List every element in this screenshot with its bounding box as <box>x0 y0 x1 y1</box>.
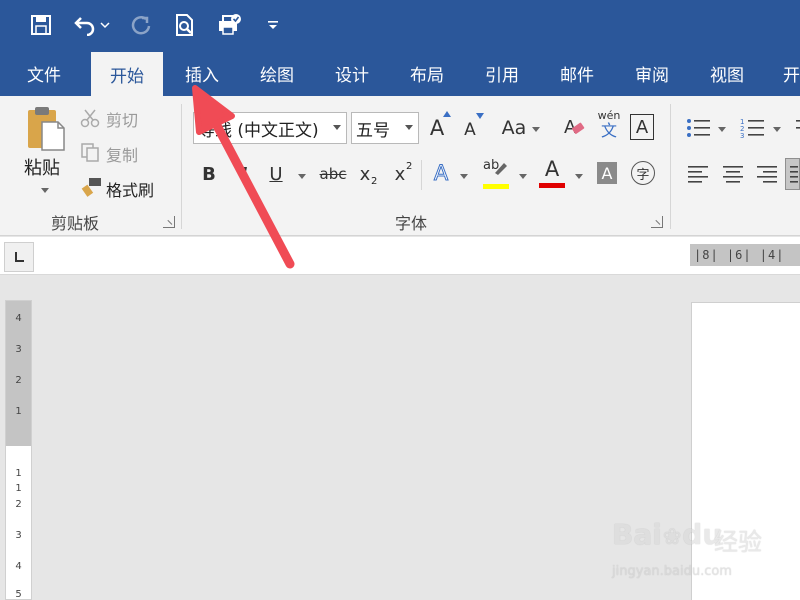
tab-references[interactable]: 引用 <box>470 50 534 96</box>
copy-button[interactable]: 复制 <box>106 142 138 166</box>
justify-icon[interactable] <box>785 158 800 190</box>
highlight-button[interactable]: ab <box>482 158 510 184</box>
horizontal-ruler[interactable]: |8| |6| |4| <box>690 244 800 266</box>
save-icon[interactable] <box>26 10 56 40</box>
font-color-swatch <box>539 183 565 188</box>
row-divider <box>421 160 422 190</box>
multilevel-list-icon[interactable] <box>793 117 800 139</box>
font-size-combo[interactable]: 五号 <box>351 112 419 144</box>
subscript-marker: 2 <box>371 176 378 187</box>
font-group-label: 字体 <box>395 214 428 233</box>
align-left-icon[interactable] <box>688 164 710 184</box>
tab-file[interactable]: 文件 <box>12 50 76 96</box>
watermark-brand: Bai❀du <box>612 518 723 551</box>
text-effects-dropdown-icon[interactable] <box>460 174 468 179</box>
tab-draw[interactable]: 绘图 <box>245 50 309 96</box>
tab-insert[interactable]: 插入 <box>170 50 234 96</box>
change-case-button[interactable]: Aa <box>500 114 528 142</box>
grow-font-button[interactable]: A <box>425 114 449 142</box>
watermark-jingyan: 经验 <box>714 528 762 556</box>
text-effects-button[interactable]: A <box>430 159 452 187</box>
strikethrough-button[interactable]: abc <box>318 160 348 188</box>
tab-design[interactable]: 设计 <box>320 50 384 96</box>
clear-formatting-icon[interactable]: A <box>563 114 587 140</box>
bullets-dropdown-icon[interactable] <box>718 127 726 132</box>
shrink-font-button[interactable]: A <box>460 118 480 142</box>
vertical-ruler-mark: 1 <box>15 406 22 417</box>
quick-access-toolbar <box>0 0 800 50</box>
vertical-ruler-mark: 2 <box>15 375 22 386</box>
underline-dropdown-icon[interactable] <box>298 174 306 179</box>
enclose-characters-button[interactable]: 字 <box>631 161 655 185</box>
font-name-dropdown-icon[interactable] <box>333 125 341 130</box>
horizontal-ruler-strip: |8| |6| |4| <box>0 237 800 275</box>
vertical-ruler-mark: 3 <box>15 344 22 355</box>
numbering-icon[interactable]: 123 <box>740 117 766 139</box>
copy-icon <box>79 141 101 163</box>
tab-view[interactable]: 视图 <box>695 50 759 96</box>
cut-icon <box>79 107 101 129</box>
paste-button[interactable]: 粘贴 <box>24 154 60 180</box>
watermark-url: jingyan.baidu.com <box>612 564 732 579</box>
character-shading-button[interactable]: A <box>597 162 617 184</box>
cut-button[interactable]: 剪切 <box>106 107 138 131</box>
character-border-button[interactable]: A <box>630 114 654 140</box>
italic-button[interactable]: I <box>234 160 254 188</box>
vertical-ruler-mark: 4 <box>15 561 22 572</box>
vertical-ruler-mark: 2 <box>15 499 22 510</box>
vertical-ruler-mark: 4 <box>15 313 22 324</box>
tab-review[interactable]: 审阅 <box>620 50 684 96</box>
font-name-combo[interactable]: 等线 (中文正文) <box>193 112 347 144</box>
group-divider <box>670 104 671 229</box>
highlight-dropdown-icon[interactable] <box>519 174 527 179</box>
customize-qat-icon[interactable] <box>258 10 288 40</box>
phonetic-guide-button[interactable]: wén 文 <box>596 110 622 140</box>
bold-button[interactable]: B <box>199 160 219 188</box>
align-center-icon[interactable] <box>722 164 744 184</box>
vertical-ruler-mark: 3 <box>15 530 22 541</box>
bullets-icon[interactable] <box>686 117 712 139</box>
tab-overflow[interactable]: 开 <box>775 50 800 96</box>
undo-dropdown-icon[interactable] <box>96 10 114 40</box>
shrink-font-arrow-icon <box>476 112 484 120</box>
ribbon-home: 粘贴 剪切 复制 格式刷 剪贴板 等线 (中文正文) 五号 A A Aa A w… <box>0 96 800 236</box>
vertical-ruler-mark: 5 <box>15 589 22 600</box>
paste-icon[interactable] <box>24 104 68 152</box>
tab-mailings[interactable]: 邮件 <box>545 50 609 96</box>
change-case-dropdown-icon[interactable] <box>532 127 540 132</box>
phonetic-bottom-text: 文 <box>600 121 617 140</box>
highlight-color-swatch <box>483 184 509 189</box>
format-painter-button[interactable]: 格式刷 <box>106 177 154 201</box>
font-color-dropdown-icon[interactable] <box>575 174 583 179</box>
baidu-jingyan-watermark: Bai❀du 经验 jingyan.baidu.com <box>612 518 792 588</box>
redo-icon[interactable] <box>126 10 156 40</box>
left-tab-icon <box>15 252 24 262</box>
format-painter-icon <box>79 176 103 198</box>
group-divider <box>181 104 182 229</box>
font-name-value: 等线 (中文正文) <box>198 120 319 141</box>
font-size-value: 五号 <box>356 120 390 141</box>
font-launcher-icon[interactable] <box>651 216 663 228</box>
align-right-icon[interactable] <box>755 164 777 184</box>
quick-print-icon[interactable] <box>214 10 244 40</box>
print-preview-icon[interactable] <box>170 10 200 40</box>
tab-home[interactable]: 开始 <box>91 52 163 96</box>
tab-stop-selector[interactable] <box>4 242 34 272</box>
font-color-button[interactable]: A <box>540 156 564 182</box>
superscript-marker: 2 <box>406 161 413 172</box>
svg-text:3: 3 <box>740 132 744 139</box>
underline-button[interactable]: U <box>266 160 286 188</box>
ribbon-tabs: 文件 开始 插入 绘图 设计 布局 引用 邮件 审阅 视图 开 <box>0 50 800 96</box>
vertical-ruler-mark: 1 <box>15 483 22 494</box>
font-size-dropdown-icon[interactable] <box>405 125 413 130</box>
numbering-dropdown-icon[interactable] <box>773 127 781 132</box>
clipboard-group-label: 剪贴板 <box>51 214 100 233</box>
clipboard-launcher-icon[interactable] <box>163 216 175 228</box>
vertical-ruler[interactable]: 4 3 2 1 1 1 2 3 4 5 <box>5 300 32 600</box>
paste-dropdown-icon[interactable] <box>41 188 49 193</box>
grow-font-arrow-icon <box>443 110 451 118</box>
tab-layout[interactable]: 布局 <box>395 50 459 96</box>
vertical-ruler-mark: 1 <box>15 468 22 479</box>
